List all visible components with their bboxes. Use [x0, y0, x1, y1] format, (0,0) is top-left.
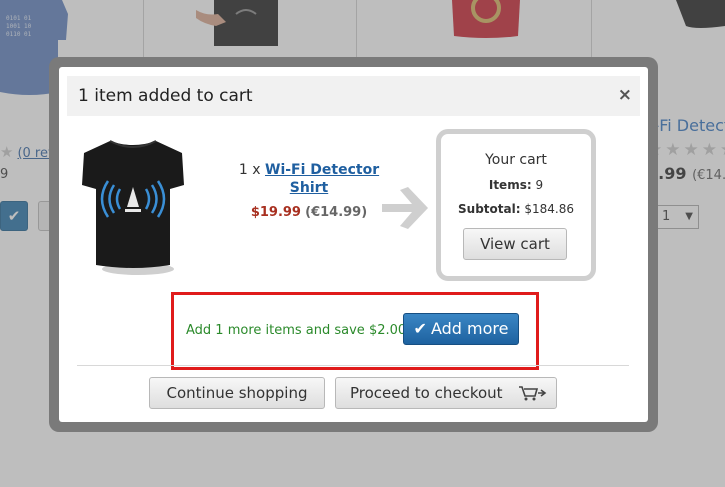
check-icon: ✔: [413, 319, 427, 338]
close-icon[interactable]: ×: [618, 85, 632, 105]
product-image: [82, 140, 184, 275]
cart-icon: [519, 386, 547, 401]
modal-title: 1 item added to cart: [78, 86, 253, 106]
cart-summary: Your cart Items: 9 Subtotal: $184.86 Vie…: [436, 129, 596, 281]
arrow-right-icon: [382, 187, 428, 229]
divider: [77, 365, 629, 366]
continue-shopping-button[interactable]: Continue shopping: [149, 377, 325, 409]
view-cart-button[interactable]: View cart: [463, 228, 567, 260]
cart-items: Items: 9: [488, 178, 544, 192]
cart-title: Your cart: [485, 152, 547, 168]
add-more-button[interactable]: ✔ Add more: [403, 313, 519, 345]
product-price-alt: (€14.99): [305, 205, 368, 220]
added-to-cart-modal: 1 item added to cart × 1 x Wi-Fi Detecto…: [59, 67, 648, 422]
upsell-text: Add 1 more items and save $2.00!: [186, 323, 412, 338]
modal-header: 1 item added to cart ×: [67, 76, 640, 116]
product-link[interactable]: Wi-Fi Detector Shirt: [265, 162, 379, 196]
proceed-to-checkout-button[interactable]: Proceed to checkout: [335, 377, 557, 409]
product-price: $19.99: [250, 205, 301, 220]
added-product-line: 1 x Wi-Fi Detector Shirt: [219, 161, 399, 197]
product-price-line: $19.99 (€14.99): [219, 205, 399, 220]
quantity-prefix: 1 x: [238, 162, 261, 178]
cart-subtotal: Subtotal: $184.86: [458, 202, 574, 216]
